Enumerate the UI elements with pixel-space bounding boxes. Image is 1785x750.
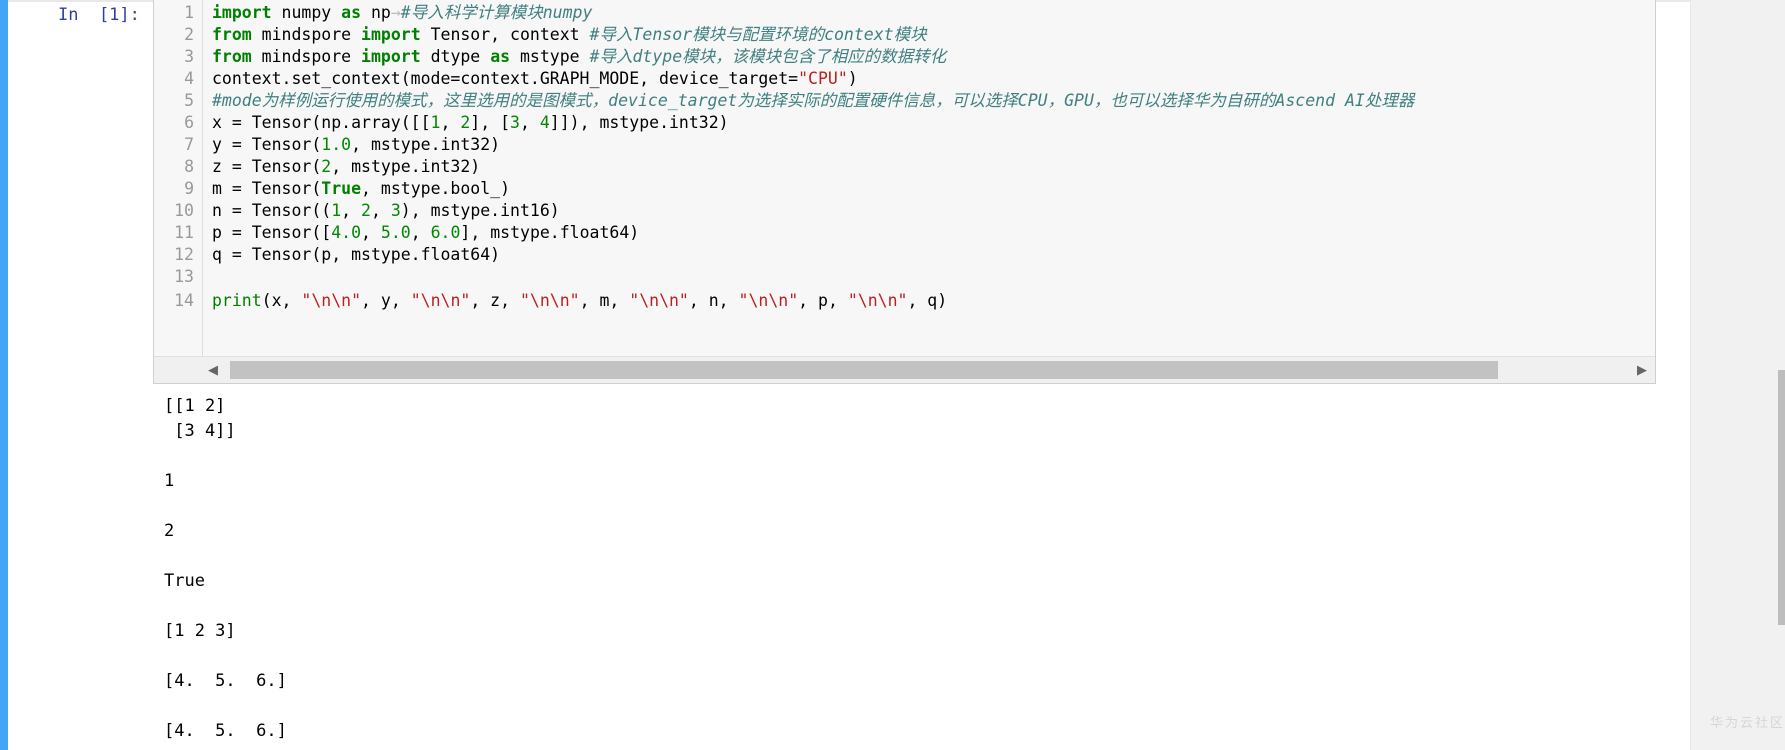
- vertical-scrollbar-thumb[interactable]: [1778, 370, 1785, 625]
- output-line: [4. 5. 6.]: [164, 671, 287, 691]
- watermark: 华为云社区: [1710, 716, 1785, 731]
- output-line: [4. 5. 6.]: [164, 721, 287, 741]
- output-line: [3 4]]: [164, 421, 236, 441]
- output-line: [1 2 3]: [164, 621, 236, 641]
- input-prompt: In [1]:: [58, 5, 140, 25]
- right-side-panel: [1690, 0, 1785, 750]
- scroll-right-icon[interactable]: ▶: [1637, 363, 1647, 378]
- code-editor[interactable]: 1 2 3 4 5 6 7 8 9 10 11 12 13 14 import …: [153, 0, 1656, 384]
- tab-arrow-icon: →: [390, 3, 401, 22]
- horizontal-scrollbar[interactable]: ◀ ▶: [154, 356, 1655, 383]
- output-line: True: [164, 571, 205, 591]
- cell-selection-bar: [0, 0, 8, 750]
- line-number-gutter: 1 2 3 4 5 6 7 8 9 10 11 12 13 14: [154, 0, 203, 356]
- line-number: 14: [174, 291, 194, 310]
- code-line-12: q = Tensor(p, mstype.float64): [212, 245, 501, 264]
- scroll-left-icon[interactable]: ◀: [208, 363, 218, 378]
- scrollbar-thumb[interactable]: [230, 361, 1498, 379]
- output-line: 1: [164, 471, 175, 491]
- output-line: [[1 2]: [164, 396, 226, 416]
- line-number: 13: [174, 267, 194, 286]
- code-line-14: print(x, "\n\n", y, "\n\n", z, "\n\n", m…: [212, 291, 948, 310]
- output-line: 2: [164, 521, 175, 541]
